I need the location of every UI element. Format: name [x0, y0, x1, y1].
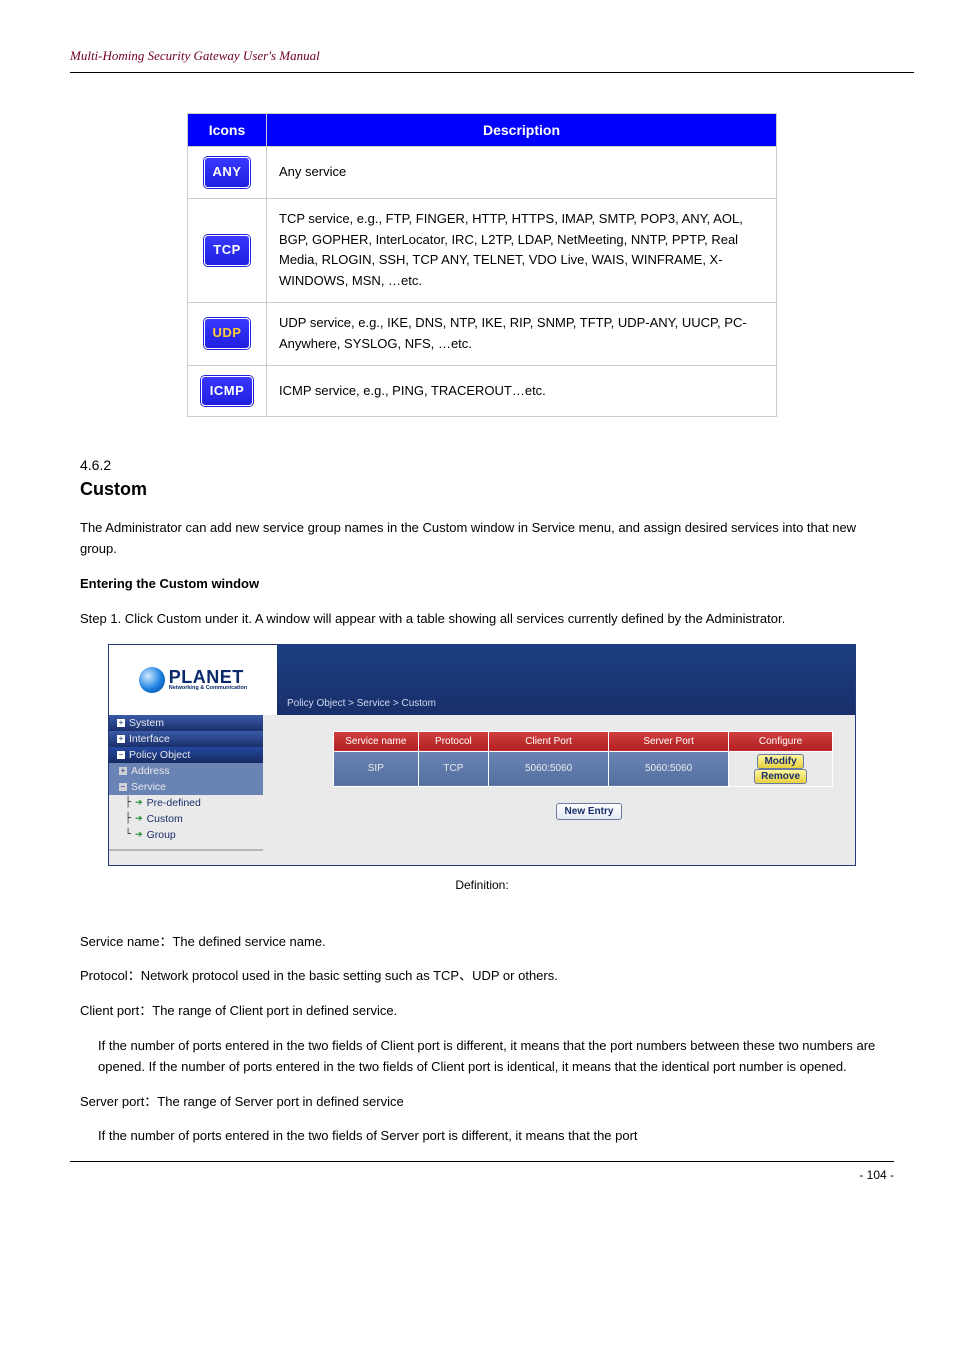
nav-label: Address: [131, 765, 170, 777]
expand-icon: +: [119, 767, 127, 775]
nav-label: Group: [147, 829, 176, 841]
tree-branch-icon: ├: [125, 813, 131, 824]
nav-service[interactable]: − Service: [109, 779, 263, 795]
def-server-port: Server port：The range of Server port in …: [80, 1092, 884, 1113]
nav-address[interactable]: + Address: [109, 763, 263, 779]
remove-button[interactable]: Remove: [754, 769, 807, 784]
cell-protocol: TCP: [418, 751, 488, 786]
table-row: ICMP ICMP service, e.g., PING, TRACEROUT…: [188, 365, 777, 417]
arrow-icon: ➔: [135, 829, 143, 840]
tree-end-icon: └: [125, 829, 131, 840]
nav-group[interactable]: └ ➔ Group: [109, 827, 263, 843]
def-protocol: Protocol：Network protocol used in the ba…: [80, 966, 884, 987]
section-intro: The Administrator can add new service gr…: [80, 518, 884, 560]
logo-subtitle: Networking & Communication: [169, 686, 248, 692]
logo-name: PLANET: [169, 668, 248, 686]
section-step: Step 1. Click Custom under it. A window …: [80, 609, 884, 630]
protocol-icon-table: Icons Description ANY Any service TCP TC…: [187, 113, 777, 417]
tcp-icon: TCP: [204, 235, 250, 266]
section-subhead: Entering the Custom window: [80, 574, 884, 595]
admin-screenshot: PLANET Networking & Communication Policy…: [108, 644, 856, 866]
definition-caption: Definition:: [80, 878, 884, 892]
nav-label: Interface: [129, 733, 170, 745]
udp-icon: UDP: [204, 318, 251, 349]
cell-client-port: 5060:5060: [489, 751, 609, 786]
expand-icon: +: [117, 735, 125, 743]
any-desc: Any service: [267, 147, 777, 199]
col-configure: Configure: [729, 731, 833, 751]
collapse-icon: −: [119, 783, 127, 791]
nav-custom[interactable]: ├ ➔ Custom: [109, 811, 263, 827]
def-client-port-note: If the number of ports entered in the tw…: [80, 1036, 884, 1078]
nav-interface[interactable]: + Interface: [109, 731, 263, 747]
collapse-icon: −: [117, 751, 125, 759]
arrow-icon: ➔: [135, 813, 143, 824]
col-server-port: Server Port: [609, 731, 729, 751]
breadcrumb: Policy Object > Service > Custom: [287, 698, 436, 709]
col-client-port: Client Port: [489, 731, 609, 751]
service-table: Service name Protocol Client Port Server…: [333, 731, 833, 787]
table-row: TCP TCP service, e.g., FTP, FINGER, HTTP…: [188, 198, 777, 302]
col-icons: Icons: [188, 114, 267, 147]
cell-service-name: SIP: [334, 751, 419, 786]
table-row: ANY Any service: [188, 147, 777, 199]
nav-policy-object[interactable]: − Policy Object: [109, 747, 263, 763]
banner: Policy Object > Service > Custom: [277, 645, 855, 715]
udp-desc: UDP service, e.g., IKE, DNS, NTP, IKE, R…: [267, 302, 777, 365]
cell-configure: Modify Remove: [729, 751, 833, 786]
icmp-desc: ICMP service, e.g., PING, TRACEROUT…etc.: [267, 365, 777, 417]
content-area: Service name Protocol Client Port Server…: [263, 715, 855, 838]
section-number: 4.6.2: [80, 457, 884, 473]
def-service-name: Service name：The defined service name.: [80, 932, 884, 953]
tcp-desc: TCP service, e.g., FTP, FINGER, HTTP, HT…: [267, 198, 777, 302]
sidebar-nav: + System + Interface − Policy Object + A…: [109, 715, 263, 851]
table-row: UDP UDP service, e.g., IKE, DNS, NTP, IK…: [188, 302, 777, 365]
icmp-icon: ICMP: [201, 376, 254, 407]
logo-area: PLANET Networking & Communication: [109, 645, 277, 715]
section-title: Custom: [80, 479, 884, 500]
nav-label: Pre-defined: [147, 797, 201, 809]
planet-logo-icon: [139, 667, 165, 693]
nav-label: Policy Object: [129, 749, 190, 761]
nav-predefined[interactable]: ├ ➔ Pre-defined: [109, 795, 263, 811]
col-protocol: Protocol: [418, 731, 488, 751]
table-row: SIP TCP 5060:5060 5060:5060 Modify Remov…: [334, 751, 833, 786]
expand-icon: +: [117, 719, 125, 727]
new-entry-button[interactable]: New Entry: [556, 803, 623, 820]
nav-label: Custom: [147, 813, 183, 825]
nav-system[interactable]: + System: [109, 715, 263, 731]
header-rule: [70, 72, 914, 73]
def-server-port-note: If the number of ports entered in the tw…: [80, 1126, 884, 1147]
any-icon: ANY: [204, 157, 251, 188]
page-number: - 104 -: [859, 1168, 894, 1182]
col-description: Description: [267, 114, 777, 147]
cell-server-port: 5060:5060: [609, 751, 729, 786]
nav-label: System: [129, 717, 164, 729]
modify-button[interactable]: Modify: [757, 754, 803, 769]
col-service-name: Service name: [334, 731, 419, 751]
nav-label: Service: [131, 781, 166, 793]
tree-branch-icon: ├: [125, 797, 131, 808]
doc-header-left: Multi-Homing Security Gateway User's Man…: [70, 48, 320, 64]
footer-rule: [70, 1161, 894, 1162]
arrow-icon: ➔: [135, 797, 143, 808]
def-client-port: Client port：The range of Client port in …: [80, 1001, 884, 1022]
